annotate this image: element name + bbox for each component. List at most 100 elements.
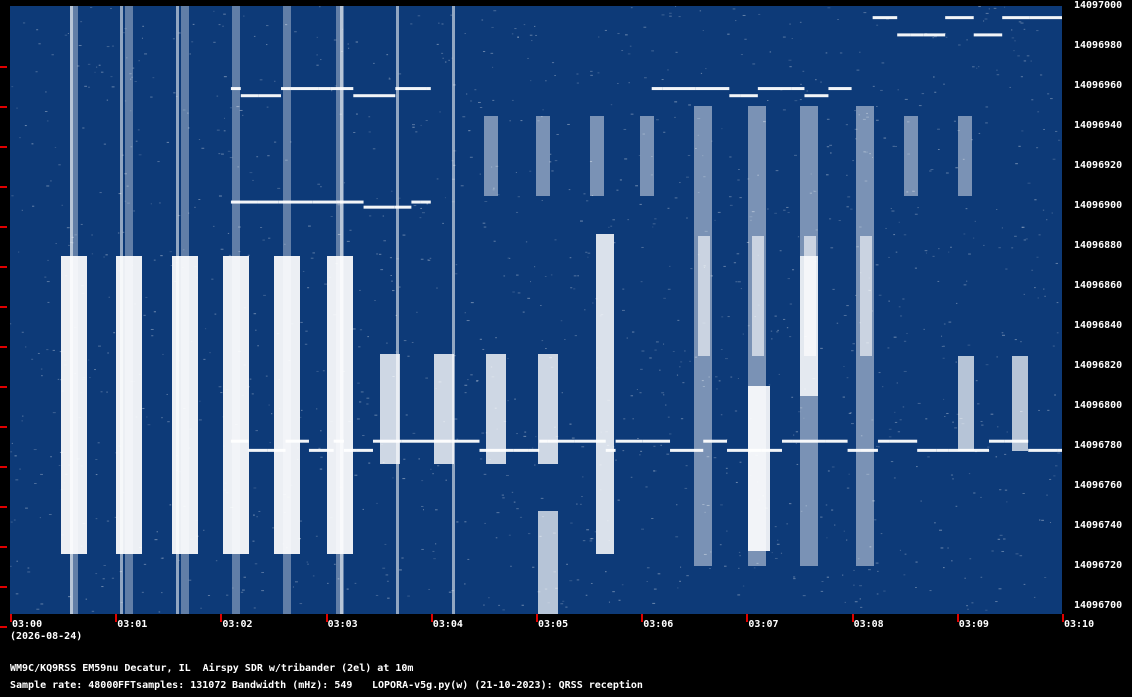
noise-speck (826, 537, 828, 539)
noise-speck (729, 156, 732, 158)
noise-speck (460, 185, 464, 187)
noise-speck (385, 574, 389, 576)
noise-speck (946, 412, 949, 414)
noise-speck (464, 392, 467, 394)
noise-speck (240, 591, 244, 593)
noise-speck (875, 119, 879, 121)
noise-speck (1002, 334, 1005, 336)
noise-speck (27, 571, 31, 573)
noise-speck (631, 331, 635, 333)
noise-speck (630, 476, 633, 478)
noise-speck (25, 507, 28, 509)
noise-speck (1049, 522, 1052, 524)
noise-speck (106, 99, 109, 101)
noise-speck (507, 257, 510, 259)
noise-speck (343, 182, 346, 184)
noise-speck (227, 232, 230, 234)
noise-speck (98, 64, 101, 66)
noise-speck (590, 582, 593, 584)
noise-speck (820, 347, 823, 349)
noise-speck (31, 143, 34, 145)
noise-speck (57, 378, 60, 380)
noise-speck (322, 370, 325, 372)
noise-speck (942, 357, 945, 359)
noise-speck (1043, 128, 1045, 130)
noise-speck (943, 345, 945, 347)
noise-speck (834, 524, 836, 526)
fsk-trace-segment (1002, 16, 1030, 20)
noise-speck (436, 178, 439, 180)
noise-speck (661, 14, 665, 16)
noise-speck (929, 590, 932, 592)
noise-speck (930, 169, 934, 171)
noise-speck (948, 321, 952, 323)
noise-speck (203, 358, 206, 360)
noise-speck (330, 215, 333, 217)
noise-speck (880, 89, 883, 91)
noise-speck (99, 192, 102, 194)
noise-speck (256, 516, 258, 518)
noise-speck (215, 560, 218, 562)
noise-speck (1004, 489, 1008, 491)
noise-speck (708, 568, 712, 570)
noise-speck (1004, 453, 1007, 455)
noise-speck (985, 609, 988, 611)
fsk-trace-segment (333, 439, 344, 443)
noise-speck (493, 10, 497, 12)
noise-speck (789, 303, 793, 305)
noise-speck (368, 116, 371, 118)
noise-speck (382, 567, 386, 569)
noise-speck (354, 582, 357, 584)
noise-speck (160, 255, 163, 257)
noise-speck (58, 164, 61, 166)
noise-speck (888, 436, 892, 438)
fsk-trace-segment (910, 33, 924, 37)
noise-speck (896, 382, 898, 384)
fsk-trace-segment (651, 87, 663, 91)
noise-speck (532, 566, 535, 568)
noise-speck (617, 33, 620, 35)
noise-speck (545, 80, 547, 82)
fsk-trace-segment (605, 448, 616, 452)
noise-speck (690, 268, 693, 270)
noise-speck (1018, 145, 1021, 147)
noise-speck (106, 520, 110, 522)
noise-speck (507, 400, 509, 402)
noise-speck (327, 582, 329, 584)
noise-speck (988, 8, 990, 10)
noise-speck (883, 590, 886, 592)
noise-speck (980, 576, 983, 578)
noise-speck (561, 392, 563, 394)
noise-speck (562, 600, 565, 602)
noise-speck (661, 392, 665, 394)
signal-streak (340, 6, 343, 614)
noise-speck (534, 266, 536, 268)
noise-speck (576, 82, 579, 84)
noise-speck (623, 418, 626, 420)
noise-speck (366, 397, 370, 399)
noise-speck (541, 199, 543, 201)
noise-speck (161, 417, 163, 419)
noise-speck (520, 120, 523, 122)
noise-speck (474, 89, 477, 91)
noise-speck (953, 120, 957, 122)
noise-speck (859, 51, 861, 53)
noise-speck (369, 215, 372, 217)
noise-speck (656, 119, 659, 121)
noise-speck (583, 193, 586, 195)
fsk-trace-segment (363, 205, 395, 209)
noise-speck (624, 158, 628, 160)
noise-speck (627, 219, 630, 221)
noise-speck (902, 298, 905, 300)
noise-speck (782, 318, 786, 320)
noise-speck (157, 161, 160, 163)
noise-speck (964, 577, 966, 579)
signal-pulse (434, 354, 454, 464)
noise-speck (87, 86, 91, 88)
noise-speck (876, 105, 878, 107)
noise-speck (305, 330, 308, 332)
noise-speck (623, 128, 627, 130)
signal-pulse (486, 354, 506, 464)
noise-speck (15, 593, 19, 595)
noise-speck (242, 589, 245, 591)
